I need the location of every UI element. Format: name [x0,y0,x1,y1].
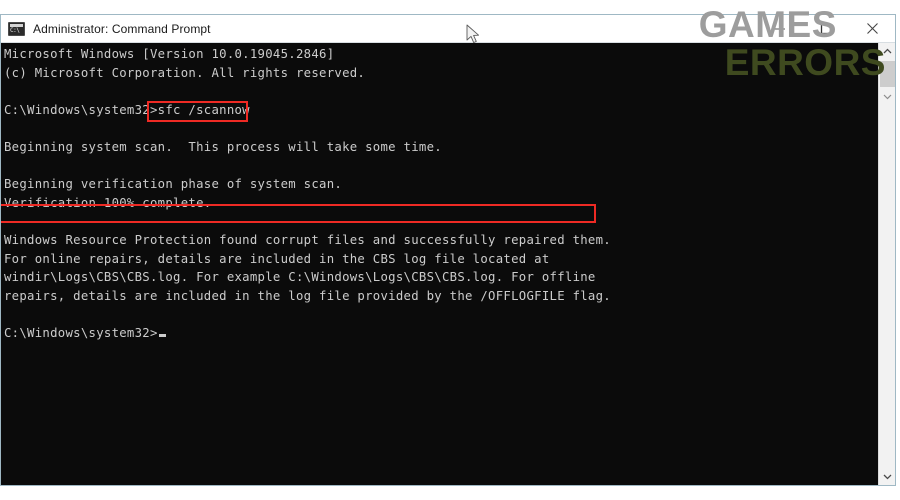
chevron-down-icon [883,474,891,480]
scrollbar-up-button[interactable] [879,43,895,60]
title-bar[interactable]: Administrator: Command Prompt [1,15,895,43]
minimize-icon [775,28,785,29]
chevron-down-icon [883,94,891,99]
terminal-output-area[interactable]: Microsoft Windows [Version 10.0.19045.28… [1,43,895,485]
vertical-scrollbar[interactable] [878,43,895,485]
command-prompt-window: Administrator: Command Prompt [0,14,896,486]
terminal-text: Microsoft Windows [Version 10.0.19045.28… [4,47,611,340]
window-controls [757,15,895,42]
scrollbar-thumb[interactable] [880,61,895,87]
screenshot-root: Administrator: Command Prompt [0,0,900,500]
command-prompt-icon [8,21,25,36]
scrollbar-page-down-arrow[interactable] [879,89,895,103]
close-icon [866,23,878,34]
chevron-up-icon [883,48,891,54]
terminal-cursor [158,333,166,337]
close-button[interactable] [849,15,895,42]
window-title: Administrator: Command Prompt [33,21,211,36]
maximize-button[interactable] [803,15,849,42]
scrollbar-down-button[interactable] [879,468,895,485]
maximize-icon [820,23,832,34]
minimize-button[interactable] [757,15,803,42]
